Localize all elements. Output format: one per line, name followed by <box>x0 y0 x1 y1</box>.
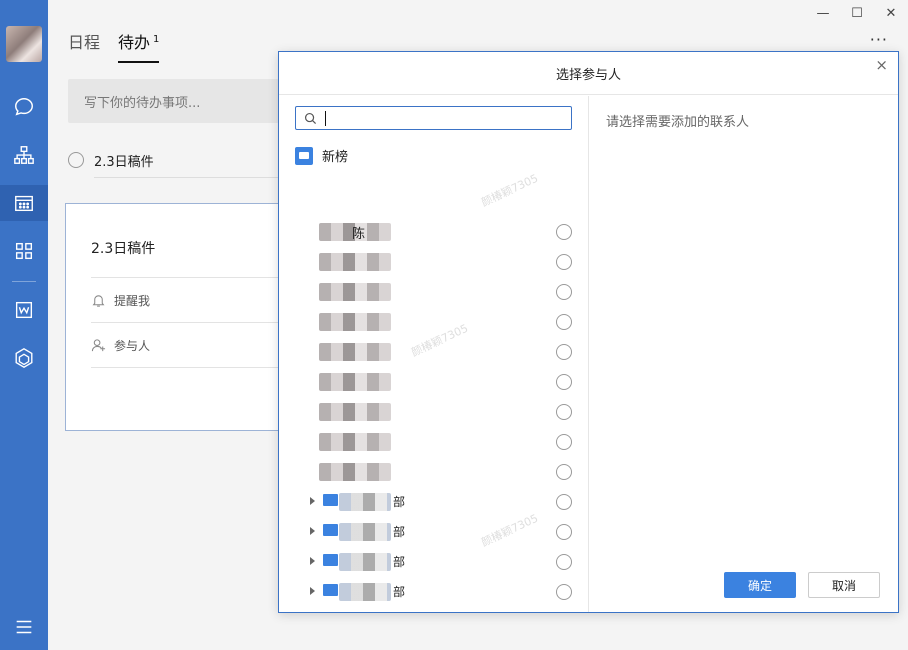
org-chart-icon[interactable] <box>12 143 36 167</box>
contact-select-radio[interactable] <box>556 464 572 480</box>
contact-row[interactable] <box>279 367 587 397</box>
participants-label: 参与人 <box>114 338 151 353</box>
contact-avatar-obscured <box>319 313 391 331</box>
minimize-button[interactable]: — <box>806 0 840 26</box>
todo-input-placeholder: 写下你的待办事项... <box>84 95 201 111</box>
contact-picker-panel: 新榜 陈部部部部部部 <box>279 96 589 612</box>
org-root[interactable]: 新榜 <box>295 146 348 165</box>
contact-row[interactable] <box>279 247 587 277</box>
contact-select-radio[interactable] <box>556 254 572 270</box>
department-name-obscured <box>339 493 391 511</box>
calendar-icon[interactable] <box>0 185 48 221</box>
tab-todo[interactable]: 待办 1 <box>118 29 160 63</box>
department-row[interactable]: 部 <box>279 487 587 517</box>
contact-row[interactable] <box>279 427 587 457</box>
contact-select-radio[interactable] <box>556 314 572 330</box>
view-tabs: 日程 待办 1 <box>68 29 160 63</box>
selected-contacts-panel: 请选择需要添加的联系人 确定 取消 <box>590 96 898 612</box>
department-name-suffix: 部 <box>393 525 406 539</box>
department-select-radio[interactable] <box>556 584 572 600</box>
contact-select-radio[interactable] <box>556 344 572 360</box>
app-window: — ☐ ✕ 日程 待办 1 ··· 写下你的待办事项... 2.3日稿件 2.3日… <box>0 0 908 650</box>
department-row[interactable]: 部 <box>279 577 587 607</box>
confirm-button[interactable]: 确定 <box>724 572 796 598</box>
apps-icon[interactable] <box>12 239 36 263</box>
cancel-button[interactable]: 取消 <box>808 572 880 598</box>
window-controls: — ☐ ✕ <box>806 0 908 26</box>
close-window-button[interactable]: ✕ <box>874 0 908 26</box>
cube-icon[interactable] <box>12 346 36 370</box>
tab-todo-label: 待办 <box>118 33 151 52</box>
text-cursor <box>325 110 326 126</box>
department-name-suffix: 部 <box>393 585 406 599</box>
contact-row[interactable] <box>279 337 587 367</box>
department-row[interactable]: 部 <box>279 517 587 547</box>
contact-select-radio[interactable] <box>556 284 572 300</box>
select-participants-dialog: 选择参与人 × 新榜 陈部部部部部部 请选择需要添加的联系人 确定 取消 颜椿颖… <box>278 51 899 613</box>
department-select-radio[interactable] <box>556 524 572 540</box>
dialog-close-button[interactable]: × <box>875 56 888 74</box>
contact-row[interactable]: 陈 <box>279 217 587 247</box>
rail-divider <box>12 281 36 282</box>
menu-icon[interactable] <box>12 615 36 639</box>
department-row[interactable]: 部 <box>279 607 587 612</box>
org-name: 新榜 <box>322 150 349 165</box>
department-select-radio[interactable] <box>556 494 572 510</box>
expand-arrow-icon[interactable] <box>310 587 315 595</box>
contact-row[interactable] <box>279 307 587 337</box>
todo-checkbox[interactable] <box>68 152 84 168</box>
contact-select-radio[interactable] <box>556 224 572 240</box>
contact-select-radio[interactable] <box>556 434 572 450</box>
contact-row[interactable] <box>279 457 587 487</box>
contact-row[interactable] <box>279 397 587 427</box>
remind-me-label: 提醒我 <box>114 293 151 308</box>
contact-avatar-obscured <box>319 403 391 421</box>
expand-arrow-icon[interactable] <box>310 557 315 565</box>
folder-icon <box>323 554 338 566</box>
folder-icon <box>323 524 338 536</box>
contact-avatar-obscured <box>319 343 391 361</box>
department-row[interactable]: 部 <box>279 547 587 577</box>
contact-select-radio[interactable] <box>556 374 572 390</box>
tab-schedule-label: 日程 <box>68 33 101 52</box>
department-name-suffix: 部 <box>393 495 406 509</box>
add-person-icon <box>91 338 106 351</box>
detail-title[interactable]: 2.3日稿件 <box>91 238 155 258</box>
expand-arrow-icon[interactable] <box>310 527 315 535</box>
selection-hint: 请选择需要添加的联系人 <box>606 115 750 130</box>
search-icon <box>304 112 317 124</box>
folder-icon <box>295 146 313 165</box>
word-icon[interactable] <box>12 298 36 322</box>
left-rail <box>0 0 48 650</box>
department-name-obscured <box>339 583 391 601</box>
expand-arrow-icon[interactable] <box>310 497 315 505</box>
contact-search-input[interactable] <box>295 106 572 130</box>
dialog-title: 选择参与人 <box>555 67 621 83</box>
contact-name: 陈 <box>352 227 366 242</box>
contact-row[interactable] <box>279 277 587 307</box>
chat-icon[interactable] <box>12 95 36 119</box>
folder-icon <box>323 494 338 506</box>
contact-avatar-obscured <box>319 373 391 391</box>
contact-avatar-obscured <box>319 463 391 481</box>
maximize-button[interactable]: ☐ <box>840 0 874 26</box>
bell-icon <box>92 294 105 307</box>
avatar[interactable] <box>6 26 42 62</box>
tab-schedule[interactable]: 日程 <box>68 29 100 63</box>
todo-count-badge: 1 <box>153 33 160 45</box>
dialog-header: 选择参与人 × <box>279 52 898 95</box>
contact-avatar-obscured <box>319 433 391 451</box>
department-name-obscured <box>339 523 391 541</box>
department-name-suffix: 部 <box>393 555 406 569</box>
department-select-radio[interactable] <box>556 554 572 570</box>
todo-item-text: 2.3日稿件 <box>94 154 154 170</box>
contact-select-radio[interactable] <box>556 404 572 420</box>
department-name-obscured <box>339 553 391 571</box>
contact-avatar-obscured <box>319 283 391 301</box>
more-options-button[interactable]: ··· <box>870 30 888 49</box>
contact-avatar-obscured <box>319 253 391 271</box>
folder-icon <box>323 584 338 596</box>
